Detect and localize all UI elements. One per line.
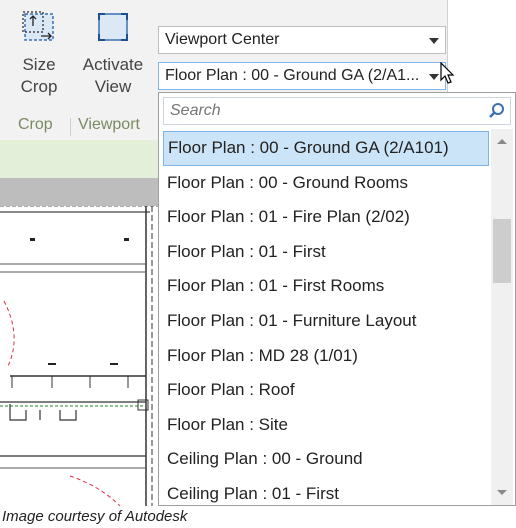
view-selector-value: Floor Plan : 00 - Ground GA (2/A1... bbox=[165, 67, 420, 84]
view-selector-list: Floor Plan : 00 - Ground GA (2/A101) Flo… bbox=[158, 92, 516, 506]
list-item[interactable]: Ceiling Plan : 00 - Ground bbox=[163, 442, 489, 477]
viewport-panel-label: Viewport bbox=[78, 116, 140, 133]
size-crop-icon bbox=[22, 11, 54, 41]
floor-plan-drawing bbox=[0, 205, 158, 507]
size-crop-label-line1: Size bbox=[22, 55, 56, 74]
size-crop-button[interactable]: Size Crop bbox=[8, 8, 70, 98]
list-item[interactable]: Floor Plan : MD 28 (1/01) bbox=[163, 339, 489, 374]
viewport-position-dropdown[interactable]: Viewport Center bbox=[158, 26, 446, 54]
size-crop-label-line2: Crop bbox=[20, 77, 58, 96]
search-icon[interactable] bbox=[488, 102, 506, 120]
activate-view-label-line2: View bbox=[94, 77, 132, 96]
drawing-canvas[interactable] bbox=[0, 205, 158, 507]
chevron-down-icon bbox=[429, 74, 439, 80]
list-item[interactable]: Floor Plan : 00 - Ground Rooms bbox=[163, 166, 489, 201]
search-input[interactable] bbox=[164, 98, 464, 124]
view-list: Floor Plan : 00 - Ground GA (2/A101) Flo… bbox=[163, 131, 489, 505]
list-item[interactable]: Floor Plan : 01 - First bbox=[163, 235, 489, 270]
view-selector-dropdown[interactable]: Floor Plan : 00 - Ground GA (2/A1... bbox=[158, 62, 446, 90]
list-item[interactable]: Floor Plan : Roof bbox=[163, 373, 489, 408]
scrollbar-thumb[interactable] bbox=[493, 219, 511, 283]
chevron-down-icon bbox=[429, 38, 439, 44]
activate-view-icon bbox=[98, 13, 128, 41]
activate-view-label-line1: Activate bbox=[82, 55, 144, 74]
list-item[interactable]: Floor Plan : 00 - Ground GA (2/A101) bbox=[163, 131, 489, 166]
viewport-position-value: Viewport Center bbox=[165, 31, 280, 48]
list-item[interactable]: Floor Plan : 01 - First Rooms bbox=[163, 269, 489, 304]
crop-panel-label: Crop bbox=[18, 116, 53, 133]
search-box bbox=[163, 97, 511, 125]
scroll-down-arrow-icon[interactable] bbox=[497, 490, 507, 495]
list-item[interactable]: Floor Plan : Site bbox=[163, 408, 489, 443]
image-caption: Image courtesy of Autodesk bbox=[2, 508, 188, 525]
list-item[interactable]: Ceiling Plan : 01 - First bbox=[163, 477, 489, 505]
scroll-up-arrow-icon[interactable] bbox=[497, 139, 507, 144]
mouse-cursor-icon bbox=[440, 62, 455, 84]
panel-divider bbox=[70, 118, 71, 136]
list-scrollbar[interactable] bbox=[491, 129, 513, 505]
activate-view-button[interactable]: Activate View bbox=[76, 8, 150, 98]
list-item[interactable]: Floor Plan : 01 - Furniture Layout bbox=[163, 304, 489, 339]
list-item[interactable]: Floor Plan : 01 - Fire Plan (2/02) bbox=[163, 200, 489, 235]
